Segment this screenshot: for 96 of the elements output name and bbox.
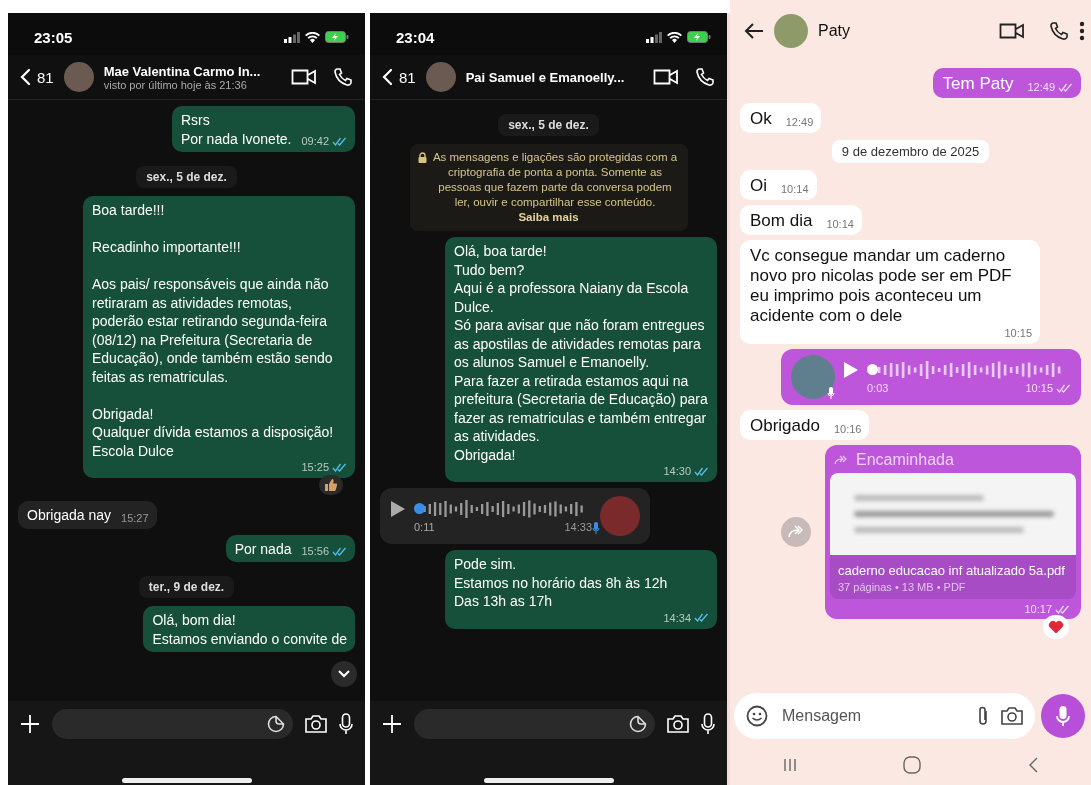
message-text: Pode sim. Estamos no horário das 8h às 12h Das 13h as 17h (454, 555, 668, 611)
mic-icon (827, 387, 835, 399)
message-text: Ok (750, 109, 772, 129)
message-text: Olá, bom dia! Estamos enviando o convite de (152, 611, 347, 648)
phone-icon[interactable] (1049, 21, 1069, 41)
battery-icon (325, 31, 349, 43)
message-text: Olá, boa tarde! Tudo bem? Aqui é a professora Naiany da Escola Dulce. Só para avisar que não foram entregues as apostilas de atividades remotas para os alunos Samuel e Emanoelly. Para fazer a retirada estamos aqui na prefeitura (Secretaria de Educação) para fazer as rematriculas e também entregar as atividades. Obrigada! (454, 242, 709, 464)
microphone-icon[interactable] (339, 713, 353, 735)
chevron-left-icon (382, 68, 393, 86)
contact-name[interactable]: Paty (818, 22, 975, 40)
audio-duration: 0:03 (867, 382, 889, 394)
message-input-field[interactable] (52, 709, 293, 739)
play-icon[interactable] (843, 361, 859, 379)
microphone-icon (1056, 705, 1070, 727)
message-time: 15:25 (301, 460, 329, 474)
message-text: Bom dia (750, 211, 813, 231)
message-time: 10:16 (833, 422, 862, 436)
lock-icon (417, 152, 427, 163)
message-composer[interactable]: Mensagem (734, 693, 1035, 739)
playback-thumb[interactable] (414, 503, 425, 514)
camera-icon[interactable] (1001, 707, 1023, 725)
message-time: 10:15 (1004, 326, 1032, 340)
thumbs-up-reaction-icon[interactable] (319, 475, 343, 495)
message-text: Por nada (234, 539, 292, 558)
emoji-icon[interactable] (746, 705, 768, 727)
date-chip: 9 de dezembro de 2025 (831, 140, 990, 163)
file-name: caderno educacao inf atualizado 5a.pdf (837, 562, 1066, 580)
battery-icon (687, 31, 711, 43)
contact-avatar[interactable] (425, 62, 456, 92)
message-time: 10:14 (781, 182, 809, 196)
back-icon[interactable] (1027, 757, 1038, 773)
chevron-down-icon (338, 670, 350, 678)
forwarded-icon (834, 455, 848, 465)
message-text: Rsrs Por nada Ivonete. (180, 111, 292, 148)
back-button[interactable]: 81 (382, 68, 416, 86)
message-time: 14:30 (663, 464, 691, 478)
message-input-field[interactable] (414, 709, 655, 739)
message-text: Tem Paty (942, 74, 1014, 94)
playback-thumb[interactable] (867, 364, 878, 375)
date-chip: sex., 5 de dez. (498, 114, 599, 136)
message-text: Obrigado (750, 416, 820, 436)
back-button[interactable]: 81 (20, 68, 54, 86)
plus-icon[interactable] (20, 714, 40, 734)
message-text: Boa tarde!!! Recadinho importante!!! Aos pais/ responsáveis que ainda não retiraram as atividades remotas, poderão estar retirando segunda-feira (08/12) na Prefeitura (Secretaria de Educação), onde também estão sendo feitas as rematriculas. Obrigada! Qualquer dívida estamos a disposição! Escola Dulce (92, 201, 335, 460)
wifi-icon (305, 31, 320, 43)
microphone-icon[interactable] (701, 713, 715, 735)
sticker-icon[interactable] (629, 715, 647, 733)
home-icon[interactable] (903, 756, 922, 774)
sender-avatar (791, 355, 835, 399)
last-seen-text: visto por último hoje às 21:36 (103, 78, 248, 91)
message-time: 09:42 (301, 134, 329, 148)
plus-icon[interactable] (382, 714, 402, 734)
recent-apps-icon[interactable] (783, 758, 798, 772)
contact-avatar[interactable] (63, 62, 94, 92)
heart-reaction-icon[interactable] (1043, 615, 1069, 639)
date-chip: sex., 5 de dez. (136, 166, 237, 188)
contact-avatar[interactable] (774, 14, 808, 48)
sender-avatar (600, 496, 640, 536)
message-time: 10:14 (826, 217, 854, 231)
message-text: Obrigada nay (27, 506, 112, 525)
back-arrow-icon[interactable] (744, 22, 764, 40)
contact-name[interactable]: Mae Valentina Carmo In... (103, 63, 275, 79)
file-details: 37 páginas • 13 MB • PDF (837, 581, 967, 593)
more-options-icon[interactable] (1079, 21, 1085, 41)
signal-icon (284, 31, 300, 43)
message-input-field[interactable]: Mensagem (780, 706, 965, 726)
record-voice-button[interactable] (1041, 694, 1085, 738)
document-card[interactable]: caderno educacao inf atualizado 5a.pdf 37 páginas • 13 MB • PDF (830, 473, 1076, 599)
scroll-down-button[interactable] (331, 661, 357, 687)
date-chip: ter., 9 de dez. (138, 576, 235, 598)
message-text: Oi (750, 176, 767, 196)
message-time: 14:33 (564, 521, 592, 533)
message-time: 10:15 (1025, 382, 1053, 394)
message-time: 12:49 (785, 115, 814, 129)
message-time: 15:56 (301, 544, 329, 558)
status-time: 23:05 (34, 28, 73, 46)
signal-icon (646, 31, 662, 43)
encryption-text: As mensagens e ligações são protegidas com a criptografia de ponta a ponta. Somente as pessoas que fazem parte da conversa podem ler, ouvir e compartilhar esse conteúdo. (431, 150, 679, 210)
attachment-icon[interactable] (977, 705, 989, 727)
message-time: 12:49 (1027, 80, 1055, 94)
message-time: 14:34 (663, 610, 691, 625)
wifi-icon (667, 31, 682, 43)
audio-duration: 0:11 (414, 521, 435, 533)
chevron-left-icon (20, 68, 31, 86)
learn-more-link[interactable]: Saiba mais (518, 210, 579, 225)
play-icon[interactable] (390, 500, 406, 518)
message-time: 15:27 (121, 510, 149, 525)
contact-name[interactable]: Pai Samuel e Emanoelly... (465, 69, 637, 85)
message-text: Vc consegue mandar um caderno novo pro nicolas pode ser em PDF eu imprimo pois aconteceu um acidente com o dele (750, 246, 1013, 326)
message-time: 10:17 (1024, 603, 1052, 615)
forward-icon (787, 525, 805, 539)
video-call-icon[interactable] (999, 22, 1025, 40)
forwarded-label: Encaminhada (856, 451, 954, 469)
status-time: 23:04 (396, 28, 435, 46)
mic-icon (592, 522, 600, 534)
sticker-icon[interactable] (267, 715, 285, 733)
